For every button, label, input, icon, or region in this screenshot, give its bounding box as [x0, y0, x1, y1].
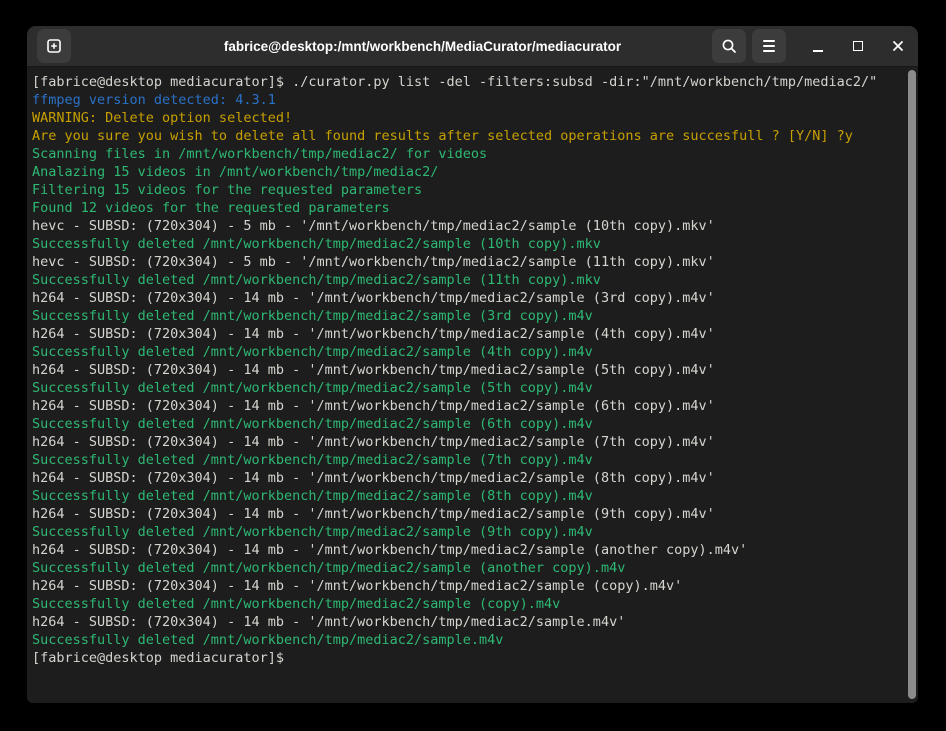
maximize-button[interactable] [846, 34, 870, 58]
terminal-line: Successfully deleted /mnt/workbench/tmp/… [32, 451, 902, 469]
terminal-line: Successfully deleted /mnt/workbench/tmp/… [32, 415, 902, 433]
terminal-line: Filtering 15 videos for the requested pa… [32, 181, 902, 199]
terminal-line: [fabrice@desktop mediacurator]$ [32, 649, 902, 667]
terminal-line: hevc - SUBSD: (720x304) - 5 mb - '/mnt/w… [32, 253, 902, 271]
maximize-icon [853, 41, 863, 51]
terminal-line: Found 12 videos for the requested parame… [32, 199, 902, 217]
terminal-line: Successfully deleted /mnt/workbench/tmp/… [32, 595, 902, 613]
terminal-line: h264 - SUBSD: (720x304) - 14 mb - '/mnt/… [32, 289, 902, 307]
terminal-line: h264 - SUBSD: (720x304) - 14 mb - '/mnt/… [32, 613, 902, 631]
terminal-line: h264 - SUBSD: (720x304) - 14 mb - '/mnt/… [32, 541, 902, 559]
terminal-window: fabrice@desktop:/mnt/workbench/MediaCura… [27, 26, 918, 703]
new-tab-icon [45, 37, 63, 55]
minimize-icon [813, 50, 823, 52]
menu-button[interactable] [752, 29, 786, 63]
terminal-line: Successfully deleted /mnt/workbench/tmp/… [32, 487, 902, 505]
terminal-line: ffmpeg version detected: 4.3.1 [32, 91, 902, 109]
terminal-line: Successfully deleted /mnt/workbench/tmp/… [32, 307, 902, 325]
terminal-line: [fabrice@desktop mediacurator]$ ./curato… [32, 73, 902, 91]
desktop-background: { "window": { "title": "fabrice@desktop:… [0, 0, 946, 731]
terminal-screen[interactable]: [fabrice@desktop mediacurator]$ ./curato… [27, 67, 918, 703]
search-button[interactable] [712, 29, 746, 63]
terminal-line: Successfully deleted /mnt/workbench/tmp/… [32, 631, 902, 649]
terminal-line: WARNING: Delete option selected! [32, 109, 902, 127]
terminal-line: Successfully deleted /mnt/workbench/tmp/… [32, 271, 902, 289]
terminal-line: Successfully deleted /mnt/workbench/tmp/… [32, 343, 902, 361]
minimize-button[interactable] [806, 34, 830, 58]
terminal-line: h264 - SUBSD: (720x304) - 14 mb - '/mnt/… [32, 397, 902, 415]
terminal-line: Analazing 15 videos in /mnt/workbench/tm… [32, 163, 902, 181]
terminal-line: hevc - SUBSD: (720x304) - 5 mb - '/mnt/w… [32, 217, 902, 235]
titlebar-controls [712, 29, 910, 63]
terminal-output: [fabrice@desktop mediacurator]$ ./curato… [32, 73, 902, 667]
terminal-line: h264 - SUBSD: (720x304) - 14 mb - '/mnt/… [32, 505, 902, 523]
terminal-line: Successfully deleted /mnt/workbench/tmp/… [32, 523, 902, 541]
scrollbar-thumb[interactable] [908, 70, 916, 699]
close-button[interactable] [886, 34, 910, 58]
terminal-line: h264 - SUBSD: (720x304) - 14 mb - '/mnt/… [32, 361, 902, 379]
terminal-line: Are you sure you wish to delete all foun… [32, 127, 902, 145]
terminal-line: h264 - SUBSD: (720x304) - 14 mb - '/mnt/… [32, 325, 902, 343]
window-title: fabrice@desktop:/mnt/workbench/MediaCura… [147, 39, 698, 54]
terminal-line: h264 - SUBSD: (720x304) - 14 mb - '/mnt/… [32, 577, 902, 595]
terminal-line: h264 - SUBSD: (720x304) - 14 mb - '/mnt/… [32, 433, 902, 451]
terminal-line: Successfully deleted /mnt/workbench/tmp/… [32, 379, 902, 397]
hamburger-menu-icon [763, 40, 775, 52]
titlebar[interactable]: fabrice@desktop:/mnt/workbench/MediaCura… [27, 26, 918, 67]
terminal-line: Successfully deleted /mnt/workbench/tmp/… [32, 559, 902, 577]
terminal-line: h264 - SUBSD: (720x304) - 14 mb - '/mnt/… [32, 469, 902, 487]
close-icon [891, 39, 905, 53]
new-tab-button[interactable] [37, 29, 71, 63]
terminal-line: Scanning files in /mnt/workbench/tmp/med… [32, 145, 902, 163]
terminal-line: Successfully deleted /mnt/workbench/tmp/… [32, 235, 902, 253]
search-icon [720, 37, 738, 55]
